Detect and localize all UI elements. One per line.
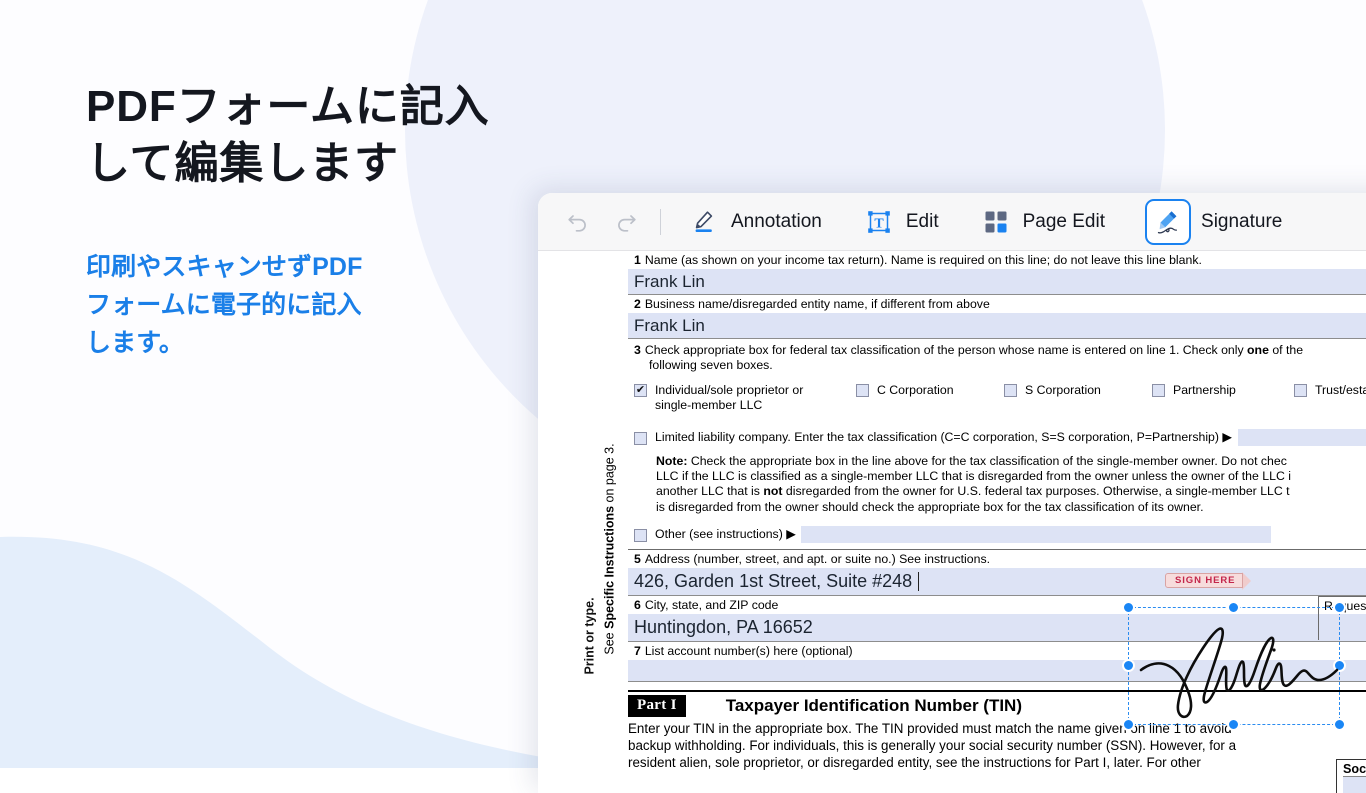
- checkbox-individual[interactable]: ✔ Individual/sole proprietor or single-me…: [634, 383, 856, 413]
- part-1-tag: Part I: [628, 694, 686, 717]
- form-line-1: 1 Name (as shown on your income tax retur…: [628, 251, 1366, 295]
- checkbox-s-corporation[interactable]: S Corporation: [1004, 383, 1152, 398]
- resize-handle-top-right[interactable]: [1333, 601, 1346, 614]
- page-title: PDFフォームに記入 して編集します: [86, 82, 490, 189]
- social-security-label: Social: [1343, 762, 1366, 776]
- undo-icon: [568, 214, 586, 232]
- sign-here-badge-label: SIGN HERE: [1165, 572, 1244, 589]
- handwritten-signature[interactable]: [1135, 620, 1350, 720]
- tab-page-edit-label: Page Edit: [1022, 210, 1106, 232]
- social-security-input[interactable]: [1343, 776, 1366, 793]
- checkbox-partnership-box[interactable]: [1152, 384, 1165, 397]
- signature-pen-icon: [1145, 198, 1192, 245]
- text-caret: [918, 571, 920, 591]
- form-line-1-label: 1 Name (as shown on your income tax retur…: [634, 253, 1202, 267]
- marketing-copy: PDFフォームに記入 して編集します 印刷やスキャンせずPDF フォームに電子的…: [86, 78, 556, 387]
- checkbox-other-box[interactable]: [634, 528, 647, 542]
- checkbox-other-row: Other (see instructions) ▶: [628, 517, 1366, 545]
- checkbox-llc-row: Limited liability company. Enter the tax…: [628, 415, 1366, 448]
- part-1-title: Taxpayer Identification Number (TIN): [725, 695, 1022, 715]
- note-line-3: another LLC that is not disregarded from…: [656, 484, 1290, 499]
- sign-here-tag[interactable]: SIGN HERE: [1165, 571, 1252, 590]
- resize-handle-top-left[interactable]: [1122, 601, 1135, 614]
- checkbox-llc-box[interactable]: [634, 432, 647, 445]
- form-line-2-input[interactable]: Frank Lin: [628, 313, 1366, 339]
- toolbar-divider: [660, 208, 661, 235]
- resize-handle-top-center[interactable]: [1227, 601, 1240, 614]
- form-line-3-label-2: following seven boxes.: [649, 358, 773, 372]
- form-sidebar-see-specific: See Specific Instructions on page 3.: [594, 369, 626, 729]
- form-line-5-input[interactable]: 426, Garden 1st Street, Suite #248: [628, 567, 1366, 596]
- tab-signature[interactable]: Signature: [1133, 198, 1294, 245]
- editor-toolbar: Annotation T Edit Page Edit Signature: [538, 193, 1366, 251]
- tab-edit[interactable]: T Edit: [850, 199, 951, 245]
- social-security-box: Social: [1336, 759, 1366, 793]
- checkbox-c-corporation[interactable]: C Corporation: [856, 383, 1004, 398]
- decorative-wave: [0, 536, 600, 768]
- pen-highlighter-icon: [687, 205, 721, 239]
- other-classification-input[interactable]: [800, 525, 1271, 543]
- form-line-5-label: 5 Address (number, street, and apt. or su…: [634, 551, 991, 566]
- undo-button[interactable]: [554, 202, 602, 242]
- sign-here-arrow: [1242, 571, 1252, 590]
- grid-squares-icon: [979, 205, 1013, 239]
- redo-icon: [618, 214, 636, 232]
- checkbox-trust-estate-box[interactable]: [1294, 384, 1307, 397]
- llc-classification-input[interactable]: [1237, 429, 1366, 446]
- redo-button[interactable]: [602, 202, 650, 242]
- form-line-1-input[interactable]: Frank Lin: [628, 269, 1366, 295]
- form-line-2: 2 Business name/disregarded entity name, …: [628, 295, 1366, 339]
- marketing-subtitle: 印刷やスキャンせずPDF フォームに電子的に記入 します。: [86, 253, 363, 358]
- checkbox-trust-estate[interactable]: Trust/estate: [1294, 383, 1366, 398]
- tab-annotation[interactable]: Annotation: [675, 199, 834, 245]
- checkbox-llc-label: Limited liability company. Enter the tax…: [655, 430, 1232, 444]
- checkbox-partnership[interactable]: Partnership: [1152, 383, 1294, 398]
- text-edit-icon: T: [862, 205, 896, 239]
- vertical-label-page: on page 3.: [603, 443, 618, 506]
- checkbox-s-corporation-box[interactable]: [1004, 384, 1017, 397]
- tab-edit-label: Edit: [905, 210, 939, 232]
- checkbox-c-corporation-box[interactable]: [856, 384, 869, 397]
- svg-text:T: T: [874, 216, 884, 231]
- vertical-label-see: See: [603, 628, 618, 655]
- vertical-label-specific: Specific Instructions: [603, 505, 618, 629]
- tax-classification-checkbox-row: ✔ Individual/sole proprietor or single-me…: [628, 374, 1366, 415]
- form-line-3-label: 3 Check appropriate box for federal tax c…: [628, 339, 1366, 374]
- checkbox-individual-box[interactable]: ✔: [634, 384, 647, 397]
- checkbox-other-label: Other (see instructions) ▶: [655, 526, 796, 541]
- form-line-3: 3 Check appropriate box for federal tax c…: [628, 339, 1366, 545]
- tab-page-edit[interactable]: Page Edit: [967, 199, 1117, 245]
- form-line-2-label: 2 Business name/disregarded entity name, …: [634, 297, 990, 311]
- llc-note: Note: Check the appropriate box in the l…: [656, 454, 1291, 514]
- form-line-5: 5 Address (number, street, and apt. or su…: [628, 548, 1366, 596]
- tab-signature-label: Signature: [1201, 210, 1283, 232]
- resize-handle-bottom-left[interactable]: [1122, 718, 1135, 731]
- tab-annotation-label: Annotation: [731, 210, 822, 232]
- resize-handle-middle-left[interactable]: [1122, 659, 1135, 672]
